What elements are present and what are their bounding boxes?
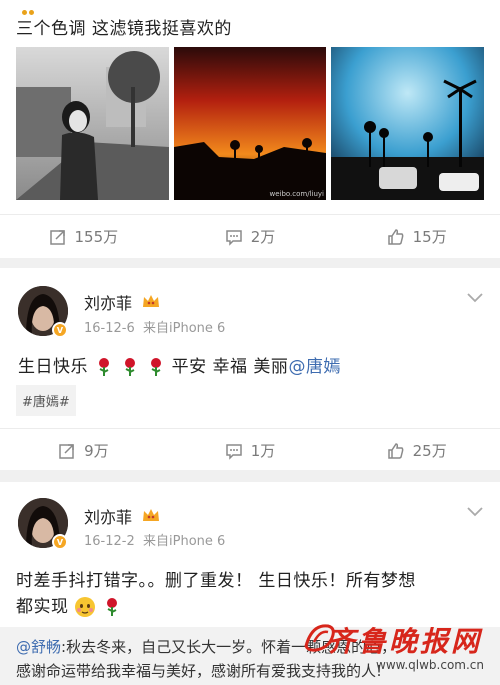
post-source: 来自iPhone 6: [143, 321, 226, 336]
comment-button[interactable]: 2万: [167, 215, 334, 258]
post-text-wishes: 平安 幸福 美丽: [171, 357, 289, 377]
post-text: 生日快乐 平安 幸福 美丽@唐嫣: [18, 352, 341, 377]
topic-tag[interactable]: #唐嫣#: [16, 385, 76, 416]
site-watermark-title: 齐鲁晚报网: [326, 625, 482, 658]
rose-icon: [150, 358, 161, 376]
photo-sunset[interactable]: weibo.com/liuyi: [174, 47, 326, 200]
photo-image: [16, 47, 169, 200]
repost-button[interactable]: 155万: [0, 215, 167, 258]
rose-icon: [107, 598, 118, 616]
chevron-down-icon[interactable]: [466, 292, 484, 304]
site-watermark-url: www.qlwb.com.cn: [376, 658, 484, 672]
vip-crown-icon: [143, 509, 159, 521]
post-card-1: 三个色调 这滤镜我挺喜欢的 weibo.com/liuyi 155万 2万 15…: [0, 0, 500, 258]
action-bar: 9万 1万 25万: [0, 428, 500, 472]
post-date: 16-12-2: [84, 534, 135, 549]
post-source: 来自iPhone 6: [143, 534, 226, 549]
photo-watermark: weibo.com/liuyi: [269, 190, 324, 198]
site-watermark: 齐鲁晚报网 www.qlwb.com.cn: [294, 616, 494, 678]
comment-icon: [225, 443, 242, 460]
mention-link[interactable]: @唐嫣: [288, 357, 341, 377]
post-text-line-2: 都实现: [16, 592, 122, 618]
rose-icon: [98, 358, 109, 376]
post-meta: 16-12-2 来自iPhone 6: [84, 530, 225, 549]
like-count: 25万: [412, 442, 447, 460]
photo-palm-street[interactable]: [331, 47, 484, 200]
photo-grayscale-street[interactable]: [16, 47, 169, 200]
post-text: 三个色调 这滤镜我挺喜欢的: [16, 19, 232, 39]
post-card-2: V 刘亦菲 16-12-6 来自iPhone 6 生日快乐 平安 幸福 美丽@唐…: [0, 268, 500, 470]
post-text-main: 生日快乐: [18, 357, 88, 377]
thumbs-up-icon: [387, 228, 404, 245]
rose-icon: [124, 358, 135, 376]
repost-count: 155万: [74, 228, 119, 246]
post-meta: 16-12-6 来自iPhone 6: [84, 317, 225, 336]
comment-count: 2万: [250, 228, 276, 246]
repost-button[interactable]: 9万: [0, 429, 167, 472]
author-name[interactable]: 刘亦菲: [84, 504, 132, 528]
comment-icon: [225, 229, 242, 246]
repost-user-link[interactable]: @舒畅: [16, 638, 61, 656]
face-emoji-icon: [75, 597, 96, 617]
ellipsis-fragment-icon: [22, 0, 36, 15]
thumbs-up-icon: [387, 442, 404, 459]
comment-button[interactable]: 1万: [167, 429, 334, 472]
like-button[interactable]: 15万: [333, 215, 500, 258]
repost-count: 9万: [84, 442, 109, 460]
post-date: 16-12-6: [84, 321, 135, 336]
like-count: 15万: [412, 228, 447, 246]
vip-crown-icon: [143, 295, 159, 307]
author-name[interactable]: 刘亦菲: [84, 290, 132, 314]
repost-icon: [59, 443, 74, 459]
chevron-down-icon[interactable]: [466, 506, 484, 518]
photo-image: [331, 47, 484, 200]
verified-badge-icon: V: [52, 534, 68, 550]
action-bar: 155万 2万 15万: [0, 214, 500, 258]
comment-count: 1万: [250, 442, 276, 460]
photo-image: [174, 47, 326, 200]
post-text-end: 都实现: [16, 597, 69, 617]
post-text-line-1: 时差手抖打错字。。删了重发！ 生日快乐！所有梦想: [16, 571, 416, 591]
verified-badge-icon: V: [52, 322, 68, 338]
repost-icon: [49, 229, 65, 245]
like-button[interactable]: 25万: [333, 429, 500, 472]
